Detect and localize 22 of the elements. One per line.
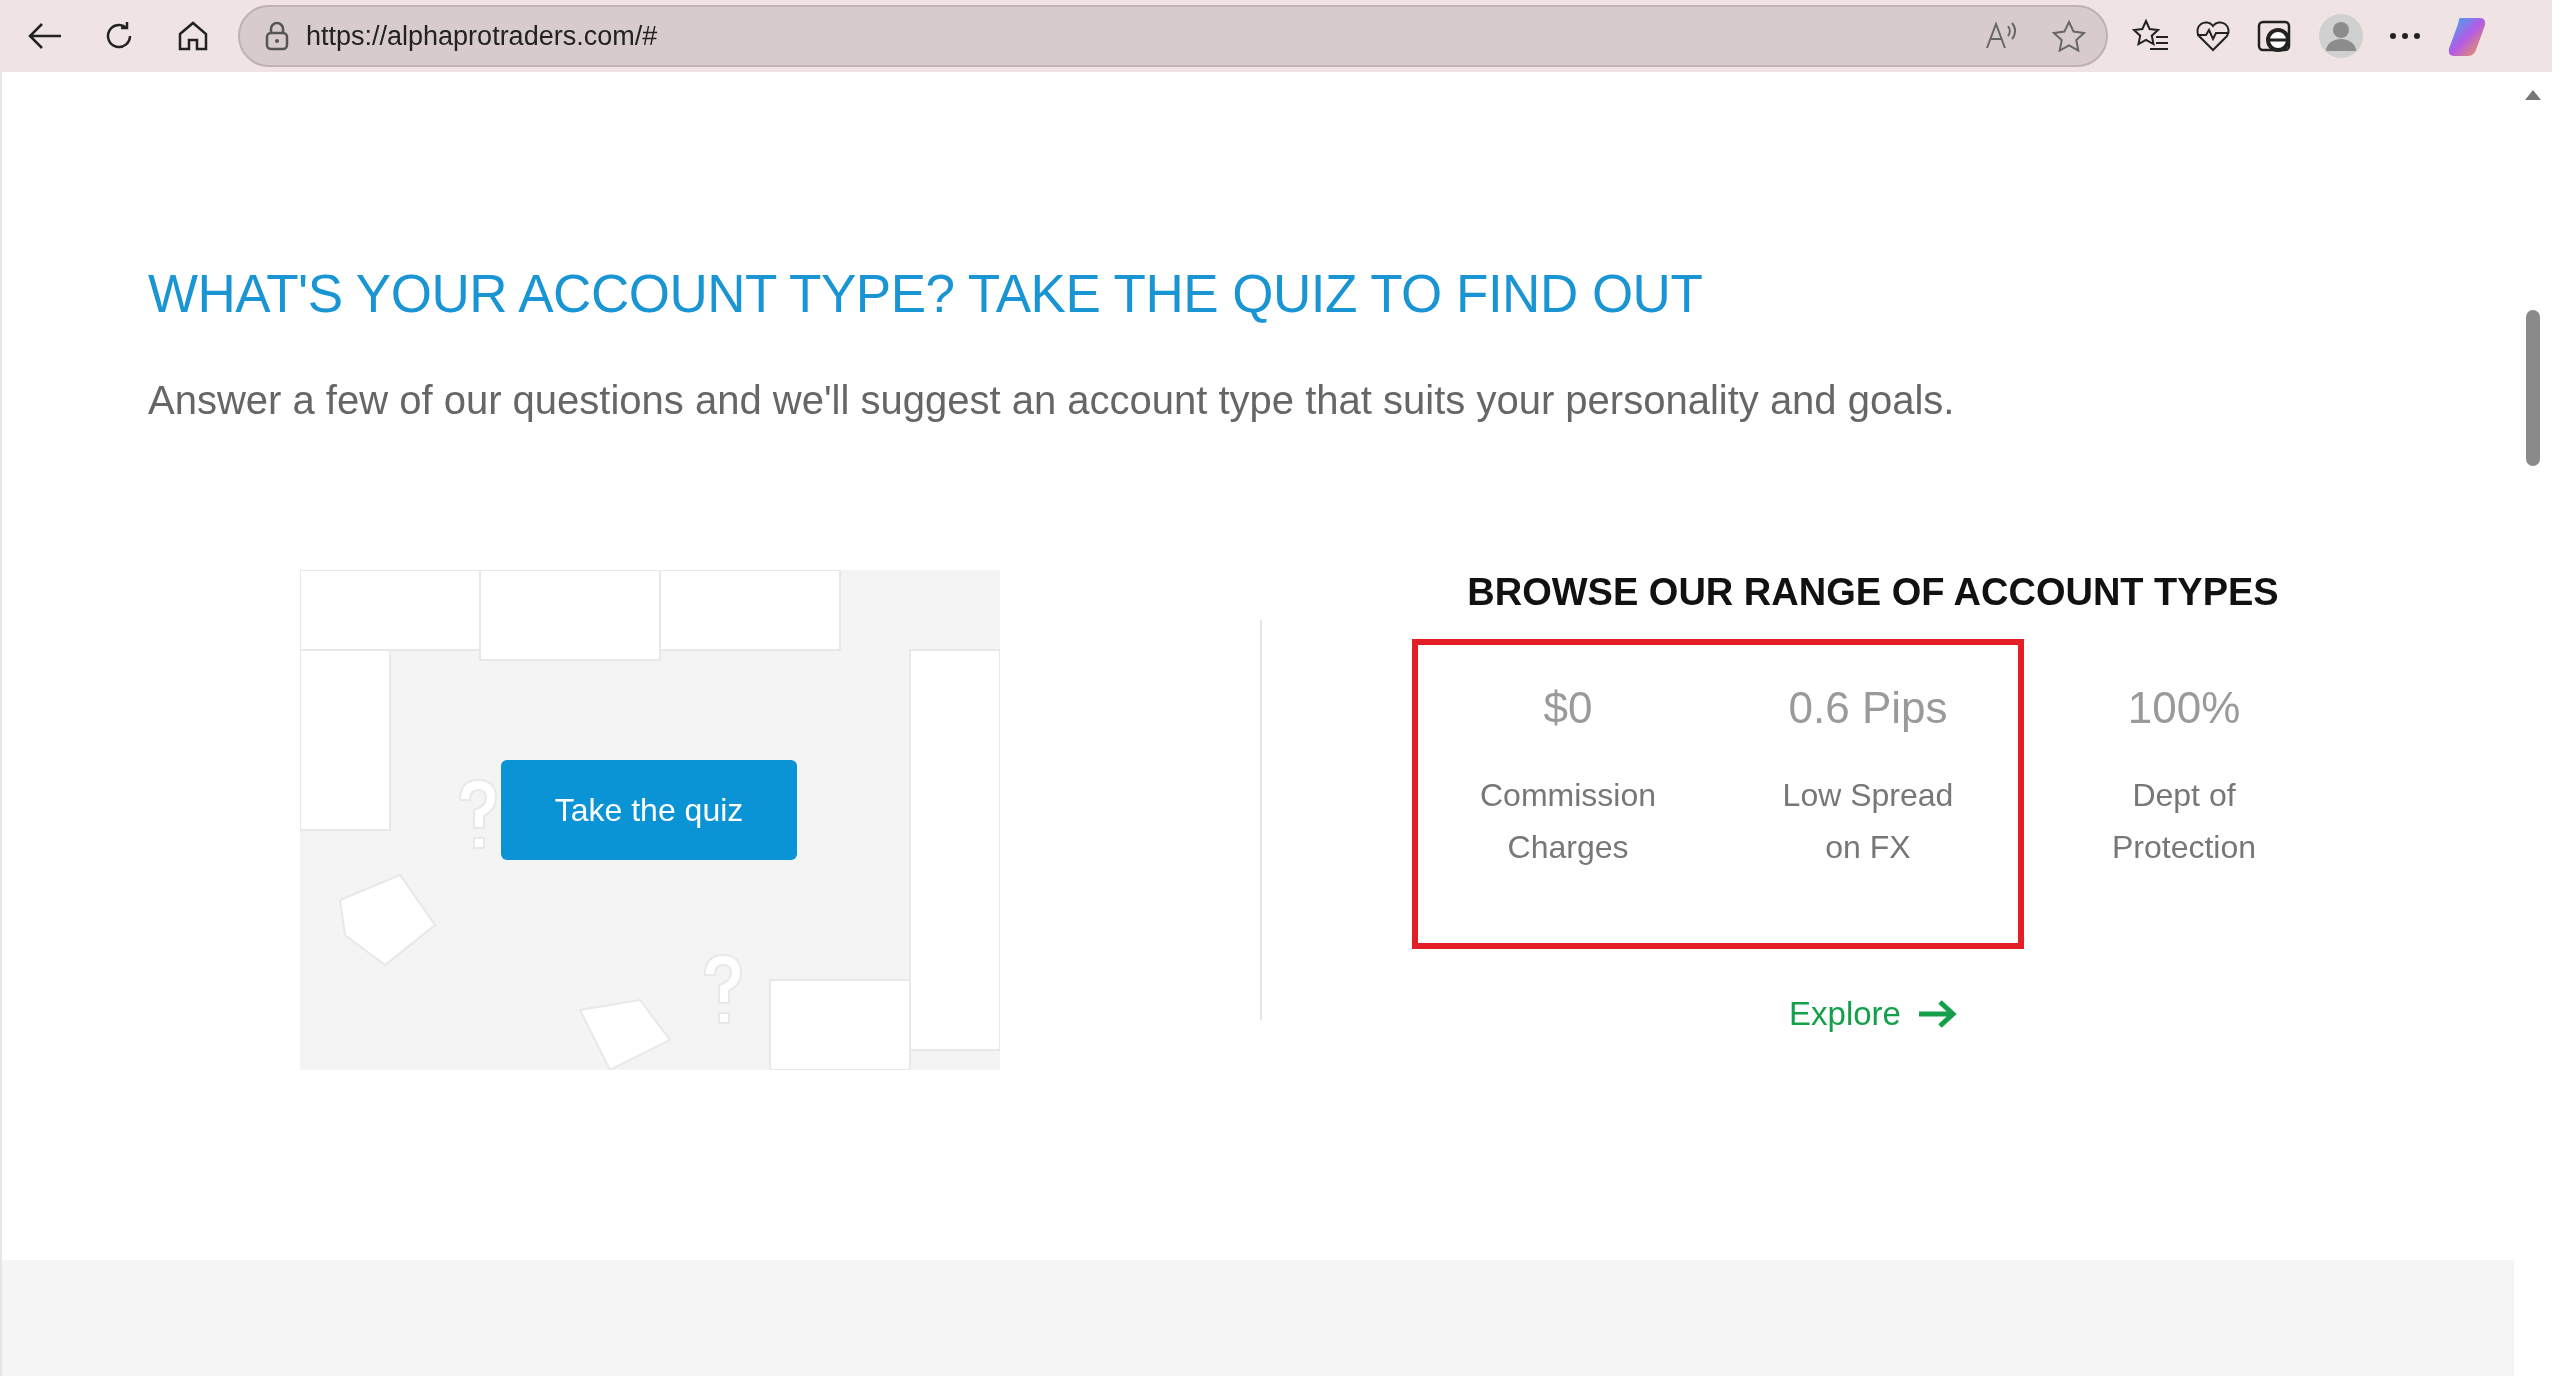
account-types-heading: BROWSE OUR RANGE OF ACCOUNT TYPES xyxy=(1467,569,2279,615)
stat-label: Commission Charges xyxy=(1479,776,1657,868)
take-quiz-button[interactable]: Take the quiz xyxy=(501,759,797,860)
stat-value: $0 xyxy=(1542,682,1594,735)
explore-link[interactable]: Explore xyxy=(1789,989,1957,1039)
stat-value: 0.6 Pips xyxy=(1787,682,1949,735)
more-icon[interactable] xyxy=(2388,31,2422,41)
address-bar[interactable]: https://alphaprotraders.com/# xyxy=(238,5,2108,67)
quiz-heading: WHAT'S YOUR ACCOUNT TYPE? TAKE THE QUIZ TO FIND OUT xyxy=(148,263,1704,325)
lock-icon xyxy=(264,21,290,51)
stat-label: Low Spread on FX xyxy=(1781,776,1955,868)
star-icon[interactable] xyxy=(2052,20,2086,52)
stat-label: Dept of Protection xyxy=(2110,776,2258,868)
scroll-up-icon[interactable] xyxy=(2524,88,2542,102)
url-text: https://alphaprotraders.com/# xyxy=(306,19,659,53)
scrollbar-thumb[interactable] xyxy=(2526,310,2540,466)
favorites-icon[interactable] xyxy=(2132,19,2170,53)
arrow-right-icon xyxy=(1916,998,1957,1029)
heart-pulse-icon[interactable] xyxy=(2194,19,2232,53)
stat-value: 100% xyxy=(2126,682,2242,735)
avatar-icon[interactable] xyxy=(2318,13,2364,59)
quiz-subtitle: Answer a few of our questions and we'll suggest an account type that suits your personality and goals. xyxy=(148,376,1956,424)
